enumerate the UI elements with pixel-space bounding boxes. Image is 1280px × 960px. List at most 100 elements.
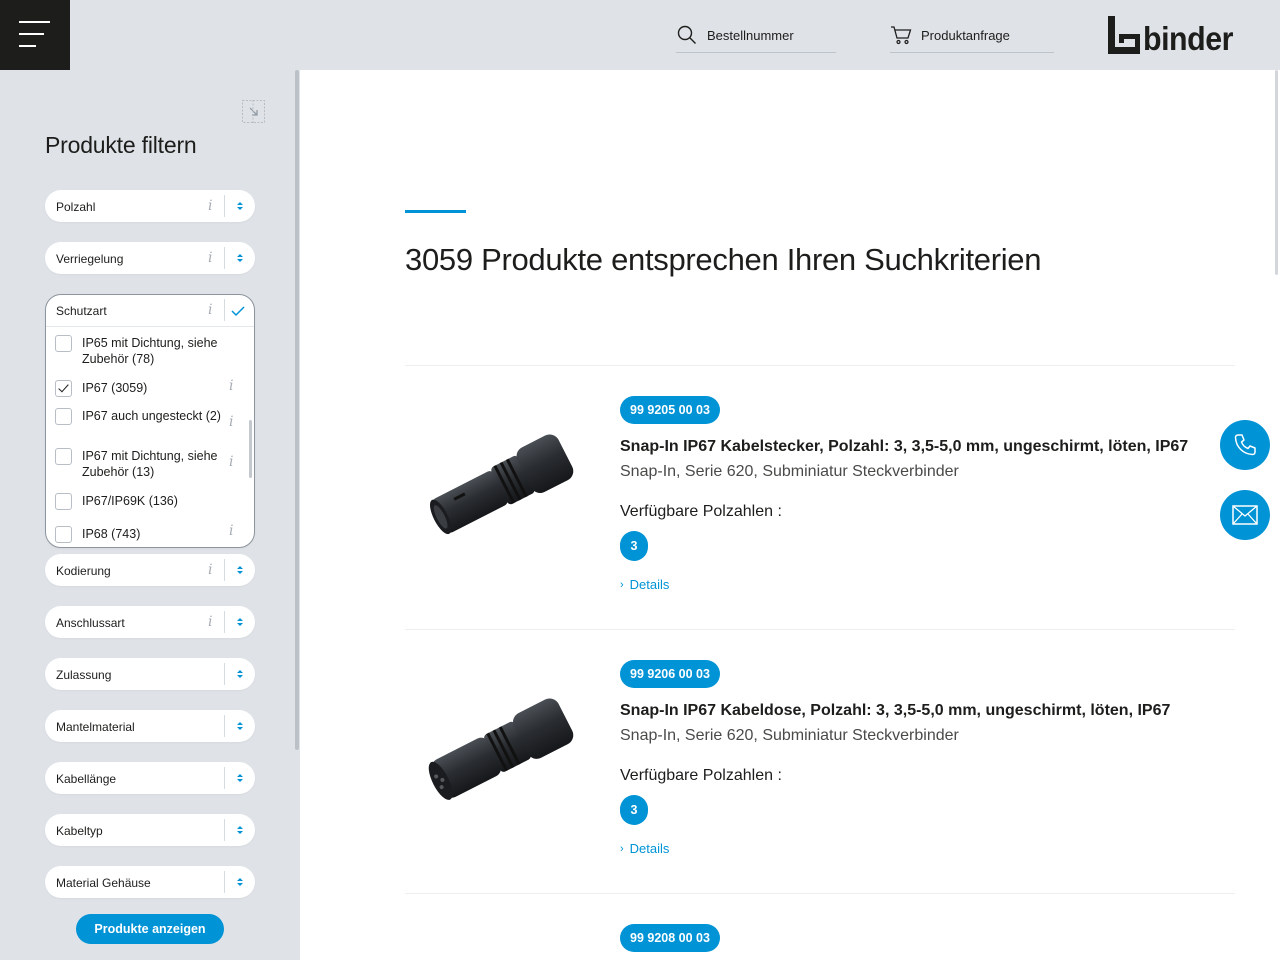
info-icon[interactable]: i [229, 378, 233, 394]
info-icon[interactable]: i [229, 414, 233, 430]
sidebar-scrollbar[interactable] [295, 70, 299, 750]
search-label: Bestellnummer [707, 27, 794, 43]
pole-count-badge[interactable]: 3 [620, 531, 648, 561]
collapse-sidebar-icon[interactable] [242, 100, 265, 123]
filter-mantelmaterial[interactable]: Mantelmaterial [45, 710, 255, 742]
options-scrollbar[interactable] [249, 420, 252, 478]
sidebar-title: Produkte filtern [45, 132, 197, 158]
filter-separator [224, 195, 225, 217]
order-number-badge[interactable]: 99 9206 00 03 [620, 660, 720, 688]
site-header: Bestellnummer Produktanfrage binder [0, 0, 1280, 70]
filter-separator [224, 663, 225, 685]
schutzart-option[interactable]: IP65 mit Dichtung, siehe Zubehör (78) [55, 335, 226, 367]
show-products-button[interactable]: Produkte anzeigen [76, 914, 224, 944]
filter-separator [224, 247, 225, 269]
select-arrows-icon [237, 618, 243, 626]
filter-label: Zulassung [56, 668, 112, 682]
option-checkbox[interactable] [55, 526, 72, 543]
filter-label: Verriegelung [56, 252, 124, 266]
option-label: IP67 mit Dichtung, siehe Zubehör (13) [82, 449, 218, 479]
cart-icon [890, 24, 912, 46]
phone-contact-button[interactable] [1220, 420, 1270, 470]
order-number-badge[interactable]: 99 9205 00 03 [620, 396, 720, 424]
option-label: IP67 auch ungesteckt (2) [82, 409, 221, 423]
product-subtitle: Snap-In, Serie 620, Subminiatur Steckver… [620, 463, 959, 480]
select-arrows-icon [237, 878, 243, 886]
option-label: IP67 (3059) [82, 381, 148, 395]
main-scrollbar[interactable] [1275, 70, 1278, 275]
product-subtitle: Snap-In, Serie 620, Subminiatur Steckver… [620, 727, 959, 744]
mail-contact-button[interactable] [1220, 490, 1270, 540]
pole-count-badge[interactable]: 3 [620, 795, 648, 825]
filter-separator [224, 767, 225, 789]
option-label: IP65 mit Dichtung, siehe Zubehör (78) [82, 336, 218, 366]
search-icon [676, 24, 698, 46]
filter-zulassung[interactable]: Zulassung [45, 658, 255, 690]
title-accent-bar [405, 210, 466, 213]
filter-kabellaenge[interactable]: Kabellänge [45, 762, 255, 794]
schutzart-option[interactable]: IP67 (3059) [55, 380, 226, 397]
binder-logo-mark [1108, 16, 1140, 54]
filter-separator [224, 715, 225, 737]
binder-logo-text: binder [1143, 20, 1234, 57]
inquiry-label: Produktanfrage [921, 27, 1010, 43]
option-label: IP67/IP69K (136) [82, 494, 178, 508]
mail-icon [1232, 505, 1258, 525]
product-inquiry-link[interactable]: Produktanfrage [890, 18, 1054, 53]
option-checkbox[interactable] [55, 408, 72, 425]
hamburger-menu-icon[interactable] [0, 0, 70, 70]
product-image-plug[interactable] [413, 416, 585, 556]
info-icon[interactable]: i [208, 250, 212, 266]
filter-separator [224, 819, 225, 841]
option-label: IP68 (743) [82, 527, 141, 541]
info-icon[interactable]: i [208, 302, 212, 318]
filter-label: Kabeltyp [56, 824, 103, 838]
option-checkbox-checked[interactable] [55, 380, 72, 397]
select-arrows-icon [237, 670, 243, 678]
info-icon[interactable]: i [229, 523, 233, 539]
filter-material-gehaeuse[interactable]: Material Gehäuse [45, 866, 255, 898]
info-icon[interactable]: i [208, 562, 212, 578]
checkmark-icon[interactable] [230, 304, 246, 318]
select-arrows-icon [237, 722, 243, 730]
filter-separator [224, 611, 225, 633]
filter-label: Kodierung [56, 564, 111, 578]
details-link[interactable]: › Details [620, 577, 669, 592]
filter-polzahl[interactable]: Polzahl i [45, 190, 255, 222]
filter-separator [224, 559, 225, 581]
poles-label: Verfügbare Polzahlen : [620, 767, 782, 784]
filter-label: Material Gehäuse [56, 876, 151, 890]
schutzart-option[interactable]: IP67/IP69K (136) [55, 493, 226, 510]
filter-kodierung[interactable]: Kodierung i [45, 554, 255, 586]
phone-icon [1234, 434, 1256, 456]
binder-logo[interactable]: binder [1108, 14, 1241, 57]
info-icon[interactable]: i [208, 614, 212, 630]
filter-label: Kabellänge [56, 772, 117, 786]
product-title[interactable]: Snap-In IP67 Kabelstecker, Polzahl: 3, 3… [620, 438, 1188, 456]
filter-verriegelung[interactable]: Verriegelung i [45, 242, 255, 274]
filter-schutzart[interactable]: Schutzart i IP65 mit Dichtung, siehe Zub… [45, 294, 255, 548]
option-checkbox[interactable] [55, 335, 72, 352]
info-icon[interactable]: i [208, 198, 212, 214]
schutzart-option[interactable]: IP67 auch ungesteckt (2) [55, 408, 226, 425]
filter-kabeltyp[interactable]: Kabeltyp [45, 814, 255, 846]
option-checkbox[interactable] [55, 448, 72, 465]
select-arrows-icon [237, 202, 243, 210]
option-checkbox[interactable] [55, 493, 72, 510]
order-number-search[interactable]: Bestellnummer [676, 18, 836, 53]
select-arrows-icon [237, 566, 243, 574]
product-image-socket[interactable] [413, 680, 585, 820]
details-link[interactable]: › Details [620, 841, 669, 856]
order-number-badge[interactable]: 99 9208 00 03 [620, 924, 720, 952]
select-arrows-icon [237, 826, 243, 834]
schutzart-option[interactable]: IP68 (743) [55, 526, 226, 543]
info-icon[interactable]: i [229, 454, 233, 470]
select-arrows-icon [237, 254, 243, 262]
filter-anschlussart[interactable]: Anschlussart i [45, 606, 255, 638]
product-card: 99 9208 00 03 [405, 894, 1235, 960]
chevron-right-icon: › [620, 578, 624, 591]
schutzart-option[interactable]: IP67 mit Dichtung, siehe Zubehör (13) [55, 448, 226, 480]
details-label: Details [629, 577, 670, 592]
filter-label: Schutzart [56, 304, 107, 318]
product-title[interactable]: Snap-In IP67 Kabeldose, Polzahl: 3, 3,5-… [620, 702, 1170, 720]
